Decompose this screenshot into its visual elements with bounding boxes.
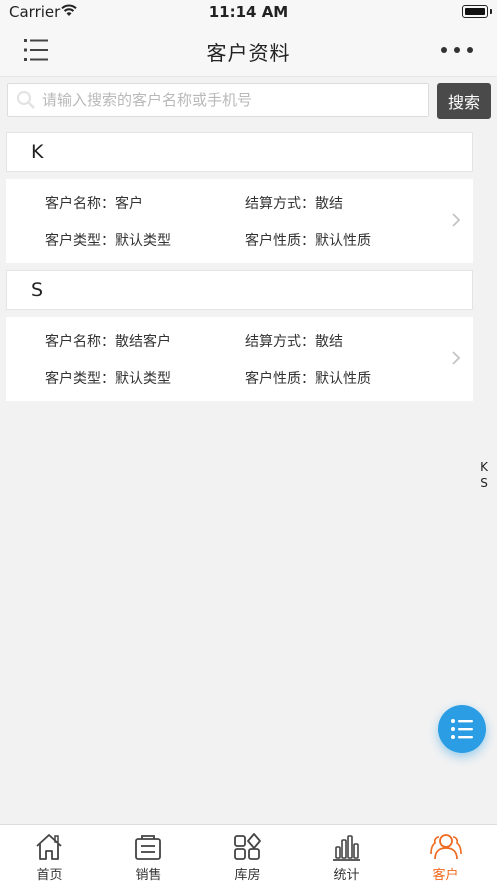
tab-label: 统计 <box>333 868 360 883</box>
customer-name: 客户名称：散结客户 <box>45 334 171 350</box>
tab-sales[interactable]: 销售 <box>99 825 198 884</box>
index-letter-k[interactable]: K <box>477 459 491 475</box>
tab-label: 首页 <box>36 868 63 883</box>
tab-bar: 首页 销售 库房 统计 客户 <box>0 824 497 884</box>
tab-customers[interactable]: 客户 <box>396 825 495 884</box>
stats-icon <box>333 835 360 861</box>
nav-bar: 客户资料 <box>0 24 497 77</box>
tab-label: 客户 <box>432 868 459 883</box>
settlement-method: 结算方式：散结 <box>245 334 343 350</box>
chevron-right-icon <box>452 213 461 227</box>
home-icon <box>36 834 62 860</box>
tab-home[interactable]: 首页 <box>0 825 99 884</box>
customer-card[interactable]: 客户名称：客户 结算方式：散结 客户类型：默认类型 客户性质：默认性质 <box>6 179 473 263</box>
customer-nature: 客户性质：默认性质 <box>245 371 371 387</box>
customer-card[interactable]: 客户名称：散结客户 结算方式：散结 客户类型：默认类型 客户性质：默认性质 <box>6 317 473 401</box>
search-row: 搜索 <box>0 82 497 120</box>
tab-label: 销售 <box>135 868 162 883</box>
battery-icon <box>462 5 492 18</box>
list-icon <box>451 719 473 739</box>
floating-menu-button[interactable] <box>438 705 486 753</box>
section-header-s: S <box>6 270 473 310</box>
search-box <box>7 83 429 117</box>
index-letter-s[interactable]: S <box>477 475 491 491</box>
sales-icon <box>135 835 161 860</box>
warehouse-icon <box>234 833 261 860</box>
search-icon <box>17 91 35 109</box>
tab-warehouse[interactable]: 库房 <box>198 825 297 884</box>
tab-stats[interactable]: 统计 <box>297 825 396 884</box>
clock: 11:14 AM <box>208 3 289 21</box>
settlement-method: 结算方式：散结 <box>245 196 343 212</box>
more-icon[interactable] <box>439 38 475 62</box>
tab-label: 库房 <box>234 868 261 883</box>
customer-nature: 客户性质：默认性质 <box>245 233 371 249</box>
customer-name: 客户名称：客户 <box>45 196 143 212</box>
page-title: 客户资料 <box>206 41 291 65</box>
search-input[interactable] <box>42 88 422 112</box>
section-header-k: K <box>6 132 473 172</box>
customer-type: 客户类型：默认类型 <box>45 233 171 249</box>
status-bar: Carrier 11:14 AM <box>0 0 497 24</box>
customers-icon <box>430 834 462 860</box>
search-button[interactable]: 搜索 <box>437 83 491 119</box>
alphabet-index: K S <box>477 459 491 491</box>
chevron-right-icon <box>452 351 461 365</box>
customer-type: 客户类型：默认类型 <box>45 371 171 387</box>
